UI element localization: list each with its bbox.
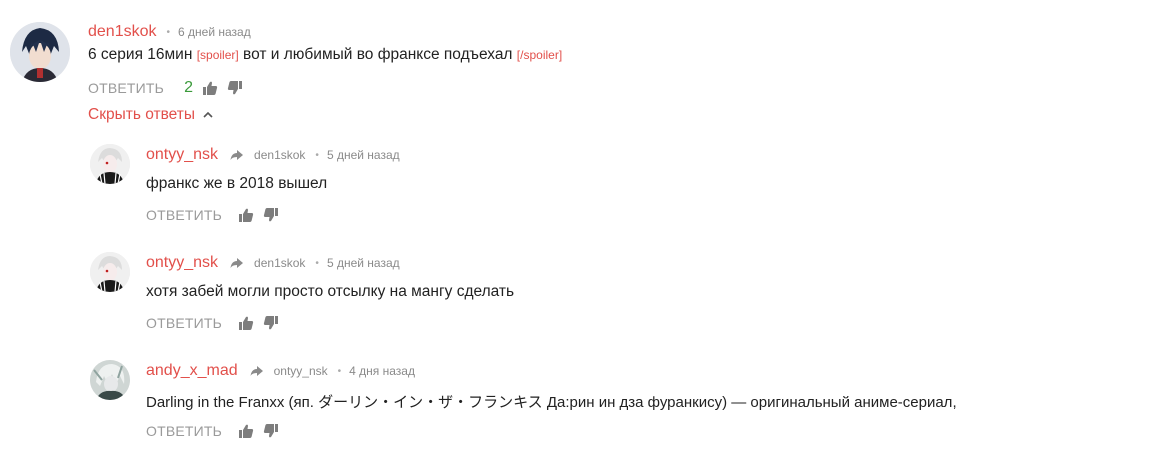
reply-author[interactable]: ontyy_nsk (146, 254, 218, 272)
reply-time: 5 дней назад (326, 148, 400, 162)
thumbs-up-icon[interactable] (238, 423, 254, 439)
thumbs-up-icon[interactable] (238, 207, 254, 223)
reply-arrow-icon (250, 366, 263, 376)
reply-arrow-icon (230, 258, 244, 268)
separator-dot: • (315, 257, 319, 269)
separator-dot: • (337, 365, 342, 377)
reply-button[interactable]: ОТВЕТИТЬ (146, 207, 222, 223)
reply-button[interactable]: ОТВЕТИТЬ (146, 423, 222, 439)
thumbs-down-icon[interactable] (263, 423, 279, 439)
spoiler-text: вот и любимый во франксе подъехал (243, 46, 513, 63)
reply-time: 4 дня назад (349, 364, 415, 378)
comment-text-main: 6 серия 16мин (88, 46, 193, 63)
reply-author[interactable]: andy_x_mad (146, 362, 238, 380)
spoiler-open-tag: [spoiler] (196, 48, 239, 62)
reply-comment: ontyy_nsk den1skok • 5 дней назад франкс… (0, 138, 1165, 238)
reply-text: хотя забей могли просто отсылку на мангу… (146, 283, 515, 300)
reply-to-user[interactable]: den1skok (254, 148, 305, 162)
comment-time: 6 дней назад (178, 25, 251, 39)
reply-text: франкс же в 2018 вышел (146, 175, 328, 192)
thumbs-down-icon[interactable] (263, 207, 279, 223)
reply-button[interactable]: ОТВЕТИТЬ (88, 80, 164, 96)
reply-author[interactable]: ontyy_nsk (146, 146, 218, 164)
reply-comment: ontyy_nsk den1skok • 5 дней назад хотя з… (0, 246, 1165, 346)
spoiler-close-tag: [/spoiler] (516, 48, 563, 62)
reply-text: Darling in the Franxx (яп. ダーリン・イン・ザ・フラン… (146, 394, 957, 411)
hide-replies-toggle[interactable]: Скрыть ответы (88, 106, 213, 124)
thumbs-down-icon[interactable] (227, 80, 243, 96)
chevron-up-icon (203, 111, 213, 118)
reply-to-user[interactable]: ontyy_nsk (274, 364, 328, 378)
thumbs-down-icon[interactable] (263, 315, 279, 331)
reply-to-user[interactable]: den1skok (254, 256, 305, 270)
vote-score: 2 (184, 79, 193, 96)
separator-dot: • (315, 149, 319, 161)
reply-time: 5 дней назад (326, 256, 400, 270)
thumbs-up-icon[interactable] (238, 315, 254, 331)
avatar[interactable] (90, 252, 130, 292)
comment-text: 6 серия 16мин [spoiler] вот и любимый во… (88, 46, 562, 64)
reply-comment: andy_x_mad ontyy_nsk • 4 дня назад Darli… (0, 354, 1165, 454)
reply-arrow-icon (230, 150, 244, 160)
comment-top: den1skok • 6 дней назад 6 серия 16мин [s… (0, 0, 1165, 110)
thumbs-up-icon[interactable] (202, 80, 218, 96)
separator-dot: • (166, 26, 171, 38)
avatar[interactable] (10, 22, 70, 82)
reply-button[interactable]: ОТВЕТИТЬ (146, 315, 222, 331)
hide-replies-label: Скрыть ответы (88, 106, 196, 123)
comment-author[interactable]: den1skok (88, 23, 157, 41)
avatar[interactable] (90, 360, 130, 400)
avatar[interactable] (90, 144, 130, 184)
